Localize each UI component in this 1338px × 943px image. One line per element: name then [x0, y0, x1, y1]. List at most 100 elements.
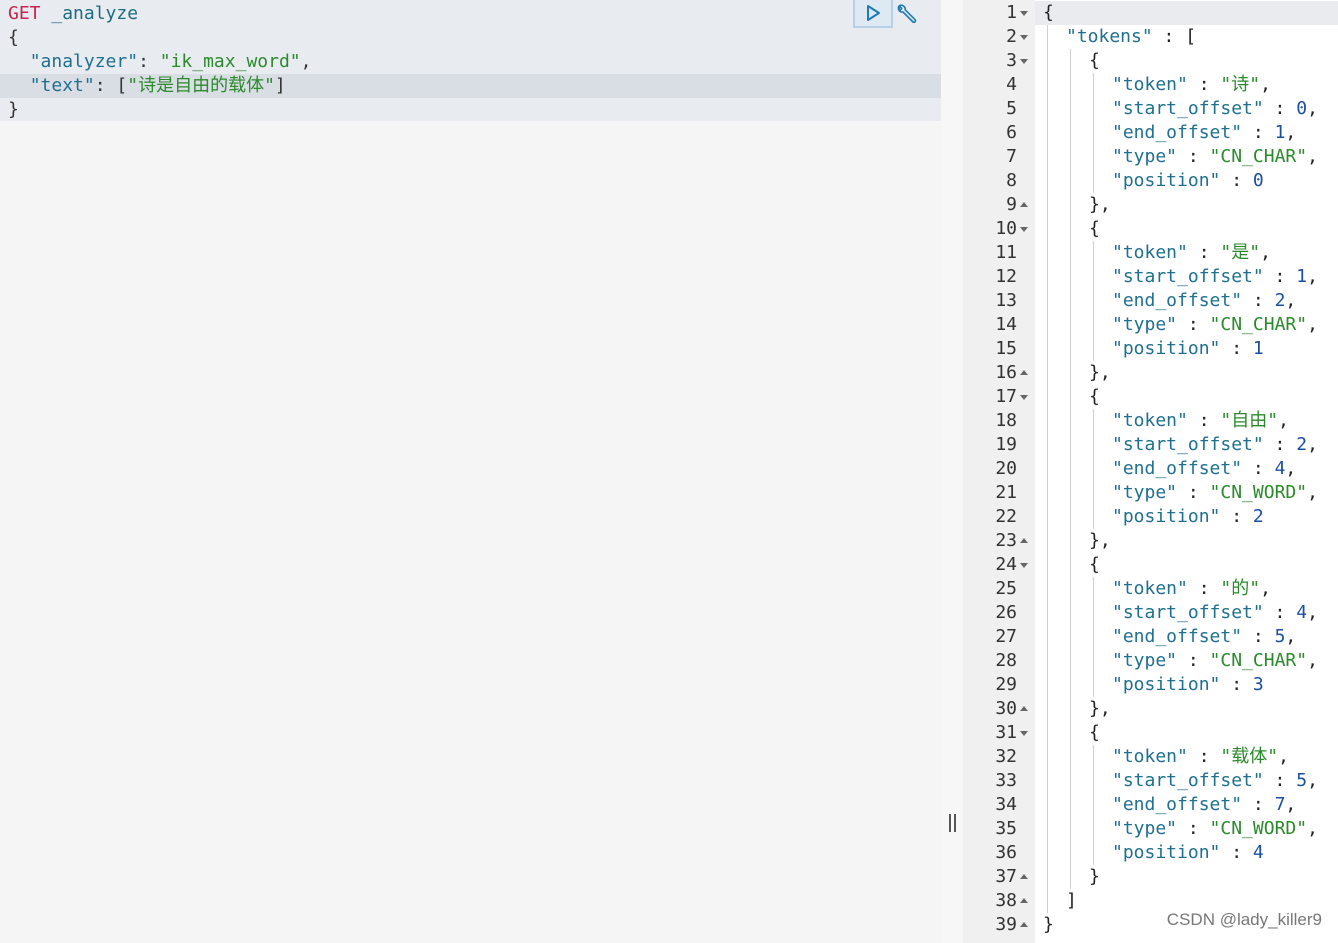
response-line[interactable]: "end_offset" : 4,	[1112, 457, 1296, 481]
response-line[interactable]: },	[1089, 193, 1111, 217]
line-number: 32	[995, 746, 1017, 767]
json-punctuation: :	[1242, 122, 1275, 143]
response-viewer[interactable]: 1 2 3 4 5 6 7 8 9 10 11 12 13 14 15 16 17 18 19 20 21 22 23 24 2…	[963, 0, 1338, 943]
request-line-1[interactable]: GET _analyze	[8, 2, 933, 26]
resize-handle-icon[interactable]	[947, 814, 957, 834]
response-line[interactable]: "token" : "载体",	[1112, 745, 1289, 769]
pane-divider[interactable]	[941, 0, 963, 943]
run-request-button[interactable]	[853, 0, 893, 28]
fold-end-icon[interactable]	[1019, 697, 1029, 721]
line-number: 27	[995, 626, 1017, 647]
json-punctuation: :	[1263, 98, 1297, 119]
gutter-row: 10	[963, 217, 1035, 241]
fold-end-icon[interactable]	[1019, 913, 1029, 937]
json-punctuation: ,	[1278, 746, 1289, 767]
fold-end-icon[interactable]	[1019, 865, 1029, 889]
response-line[interactable]: "token" : "的",	[1112, 577, 1271, 601]
response-line[interactable]: "position" : 3	[1112, 673, 1264, 697]
fold-collapse-icon[interactable]	[1019, 553, 1029, 577]
text-key: "text"	[29, 75, 95, 96]
json-punctuation: ]	[1066, 890, 1077, 911]
fold-collapse-icon[interactable]	[1019, 217, 1029, 241]
fold-end-icon[interactable]	[1019, 529, 1029, 553]
gutter-row: 33	[963, 769, 1035, 793]
response-line[interactable]: "token" : "是",	[1112, 241, 1271, 265]
response-line[interactable]: "end_offset" : 7,	[1112, 793, 1296, 817]
json-punctuation: ,	[1285, 122, 1297, 143]
fold-collapse-icon[interactable]	[1019, 49, 1029, 73]
request-block[interactable]: GET _analyze { "analyzer": "ik_max_word"…	[0, 0, 941, 121]
request-line-2[interactable]: {	[8, 26, 933, 50]
request-line-4-active[interactable]: "text": ["诗是自由的载体"]	[0, 74, 941, 98]
response-line[interactable]: "token" : "自由",	[1112, 409, 1289, 433]
fold-collapse-icon[interactable]	[1019, 385, 1029, 409]
response-line[interactable]: "type" : "CN_CHAR",	[1112, 313, 1318, 337]
json-punctuation: }	[1043, 914, 1054, 935]
json-key: "start_offset"	[1112, 266, 1264, 287]
line-number: 23	[995, 530, 1017, 551]
gutter-row: 1	[963, 1, 1035, 25]
response-line[interactable]: "position" : 4	[1112, 841, 1264, 865]
response-line[interactable]: "start_offset" : 2,	[1112, 433, 1318, 457]
request-editor[interactable]: GET _analyze { "analyzer": "ik_max_word"…	[0, 0, 941, 943]
json-string: "CN_CHAR"	[1209, 650, 1308, 671]
response-line[interactable]: {	[1089, 217, 1100, 241]
json-punctuation: ,	[1307, 602, 1318, 623]
response-line[interactable]: "position" : 2	[1112, 505, 1264, 529]
request-endpoint: _analyze	[51, 3, 139, 24]
json-punctuation: :	[1187, 746, 1221, 767]
json-key: "token"	[1112, 410, 1188, 431]
response-line[interactable]: "start_offset" : 4,	[1112, 601, 1318, 625]
json-punctuation: },	[1089, 530, 1111, 551]
request-settings-button[interactable]	[893, 2, 919, 28]
response-line[interactable]: "type" : "CN_CHAR",	[1112, 145, 1318, 169]
response-line[interactable]: "type" : "CN_WORD",	[1112, 481, 1318, 505]
json-punctuation: :	[1187, 410, 1221, 431]
gutter-row: 6	[963, 121, 1035, 145]
response-line[interactable]: "end_offset" : 2,	[1112, 289, 1296, 313]
gutter-row: 39	[963, 913, 1035, 937]
response-line[interactable]: "position" : 1	[1112, 337, 1264, 361]
response-line[interactable]: "end_offset" : 1,	[1112, 121, 1296, 145]
json-punctuation: :	[1187, 74, 1221, 95]
json-punctuation: ,	[1260, 74, 1271, 95]
response-line[interactable]: "tokens" : [	[1066, 25, 1196, 49]
response-line[interactable]: {	[1089, 49, 1100, 73]
json-punctuation: :	[1242, 458, 1275, 479]
response-line[interactable]: "type" : "CN_CHAR",	[1112, 649, 1318, 673]
gutter-row: 24	[963, 553, 1035, 577]
response-line[interactable]: {	[1089, 721, 1100, 745]
response-line[interactable]: ]	[1066, 889, 1077, 913]
line-number: 7	[1006, 146, 1017, 167]
response-line[interactable]: },	[1089, 697, 1111, 721]
fold-end-icon[interactable]	[1019, 361, 1029, 385]
line-number: 4	[1006, 74, 1017, 95]
json-key: "end_offset"	[1112, 290, 1243, 311]
response-line[interactable]: "start_offset" : 0,	[1112, 97, 1318, 121]
response-line[interactable]: "position" : 0	[1112, 169, 1264, 193]
response-line[interactable]: }	[1089, 865, 1100, 889]
response-line[interactable]: {	[1089, 385, 1100, 409]
response-line[interactable]: },	[1089, 361, 1111, 385]
json-string: "是"	[1220, 242, 1261, 263]
response-line[interactable]: "start_offset" : 1,	[1112, 265, 1318, 289]
fold-end-icon[interactable]	[1019, 889, 1029, 913]
fold-collapse-icon[interactable]	[1019, 1, 1029, 25]
response-line[interactable]: "token" : "诗",	[1112, 73, 1271, 97]
response-line[interactable]: },	[1089, 529, 1111, 553]
response-line[interactable]: "type" : "CN_WORD",	[1112, 817, 1318, 841]
response-line[interactable]: {	[1043, 1, 1054, 25]
request-line-3[interactable]: "analyzer": "ik_max_word",	[8, 50, 933, 74]
fold-collapse-icon[interactable]	[1019, 721, 1029, 745]
response-line[interactable]: "end_offset" : 5,	[1112, 625, 1296, 649]
response-line[interactable]: {	[1089, 553, 1100, 577]
fold-end-icon[interactable]	[1019, 193, 1029, 217]
response-line[interactable]: }	[1043, 913, 1054, 937]
gutter-row: 16	[963, 361, 1035, 385]
json-punctuation: :	[1177, 146, 1210, 167]
request-line-5[interactable]: }	[8, 98, 933, 122]
fold-collapse-icon[interactable]	[1019, 25, 1029, 49]
json-key: "end_offset"	[1112, 458, 1243, 479]
response-line[interactable]: "start_offset" : 5,	[1112, 769, 1318, 793]
json-punctuation: ,	[1307, 98, 1318, 119]
